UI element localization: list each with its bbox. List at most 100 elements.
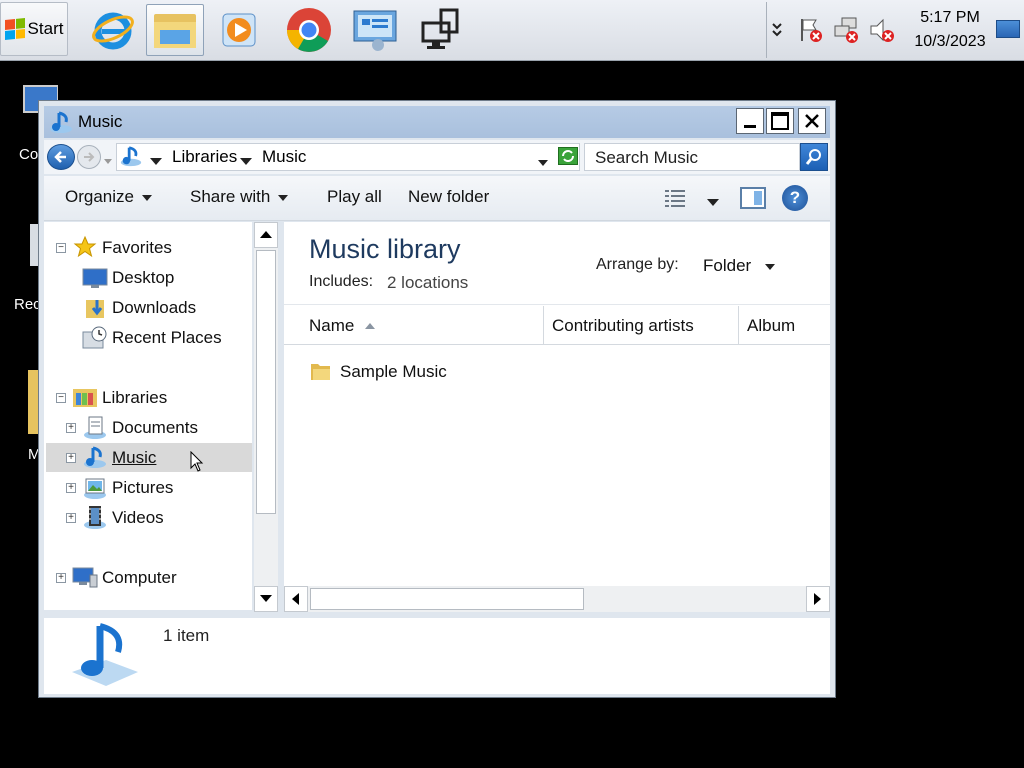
close-icon xyxy=(805,114,819,128)
media-player-icon xyxy=(222,13,256,47)
search-input[interactable]: Search Music xyxy=(584,143,800,171)
minimize-button[interactable] xyxy=(736,108,764,134)
library-title: Music library xyxy=(309,234,461,264)
desktop-label-recycle-bin: Rec xyxy=(14,296,41,313)
volume-muted-icon[interactable] xyxy=(868,16,896,49)
desktop-icon xyxy=(82,267,108,294)
chevron-down-icon xyxy=(707,199,719,206)
computer-expand-toggle[interactable]: + xyxy=(56,573,66,583)
forward-button[interactable] xyxy=(77,145,101,169)
nav-item-pictures[interactable]: Pictures xyxy=(112,478,173,498)
taskbar-clock[interactable]: 5:17 PM 10/3/2023 xyxy=(902,6,998,54)
refresh-button[interactable] xyxy=(558,147,578,165)
chevron-left-icon xyxy=(292,593,299,605)
address-root-dropdown[interactable] xyxy=(150,153,162,171)
mouse-cursor-icon xyxy=(190,450,204,478)
nav-item-recent-places[interactable]: Recent Places xyxy=(112,328,222,348)
breadcrumb-music[interactable]: Music xyxy=(262,147,306,167)
music-expand-toggle[interactable]: + xyxy=(66,453,76,463)
details-pane xyxy=(44,618,830,694)
desktop-label-computer: Co xyxy=(19,146,39,163)
chevron-right-icon xyxy=(814,593,821,605)
nav-scroll-down-button[interactable] xyxy=(254,586,278,612)
column-header-name[interactable]: Name xyxy=(309,316,376,336)
nav-item-desktop[interactable]: Desktop xyxy=(112,268,174,288)
share-with-button[interactable]: Share with xyxy=(190,187,289,207)
folder-icon xyxy=(154,14,196,48)
scroll-right-button[interactable] xyxy=(806,586,830,612)
nav-libraries[interactable]: Libraries xyxy=(102,388,167,408)
library-includes-link[interactable]: 2 locations xyxy=(387,273,468,293)
help-icon: ? xyxy=(789,188,801,207)
nav-computer[interactable]: Computer xyxy=(102,568,177,588)
new-folder-button[interactable]: New folder xyxy=(408,187,489,207)
file-row-sample-music[interactable]: Sample Music xyxy=(306,356,546,386)
nav-item-music[interactable]: Music xyxy=(112,448,156,468)
preview-pane-button[interactable] xyxy=(740,187,766,209)
chevron-up-icon xyxy=(260,231,272,238)
pictures-library-icon xyxy=(82,474,108,505)
taskbar-chrome-button[interactable] xyxy=(280,4,338,56)
nav-favorites[interactable]: Favorites xyxy=(102,238,172,258)
column-divider[interactable] xyxy=(543,306,544,344)
scroll-left-button[interactable] xyxy=(284,586,308,612)
nav-item-downloads[interactable]: Downloads xyxy=(112,298,196,318)
column-divider[interactable] xyxy=(738,306,739,344)
chevron-down-icon xyxy=(260,595,272,602)
arrange-by-dropdown[interactable]: Folder xyxy=(703,256,776,276)
window-title-bar[interactable] xyxy=(44,106,830,138)
nav-item-videos[interactable]: Videos xyxy=(112,508,164,528)
refresh-icon xyxy=(562,150,574,162)
windows-flag-icon xyxy=(4,17,25,41)
favorites-star-icon xyxy=(73,235,97,264)
documents-expand-toggle[interactable]: + xyxy=(66,423,76,433)
taskbar-explorer-button[interactable] xyxy=(146,4,204,56)
nav-scroll-thumb[interactable] xyxy=(256,250,276,514)
videos-library-icon xyxy=(82,504,108,535)
search-button[interactable] xyxy=(800,143,828,171)
breadcrumb-libraries-dropdown[interactable] xyxy=(240,153,252,171)
item-count: 1 item xyxy=(163,626,210,645)
share-with-label: Share with xyxy=(190,187,271,206)
network-status-icon[interactable] xyxy=(832,16,860,49)
play-all-button[interactable]: Play all xyxy=(327,187,382,207)
forward-arrow-icon xyxy=(84,152,95,162)
help-button[interactable]: ? xyxy=(782,185,808,211)
maximize-button[interactable] xyxy=(766,108,794,134)
organize-button[interactable]: Organize xyxy=(65,187,152,207)
horizontal-scroll-thumb[interactable] xyxy=(310,588,584,610)
column-name-label: Name xyxy=(309,316,355,335)
nav-scroll-up-button[interactable] xyxy=(254,222,278,248)
music-library-icon xyxy=(48,109,74,140)
taskbar-ie-button[interactable] xyxy=(84,4,142,56)
videos-expand-toggle[interactable]: + xyxy=(66,513,76,523)
breadcrumb-libraries[interactable]: Libraries xyxy=(172,147,237,167)
view-options-dropdown[interactable] xyxy=(707,194,719,212)
action-center-flag-icon[interactable] xyxy=(798,16,824,49)
taskbar-network-button[interactable] xyxy=(412,4,470,56)
column-header-contributing-artists[interactable]: Contributing artists xyxy=(552,316,694,336)
tray-overflow-icon[interactable] xyxy=(771,22,783,41)
documents-library-icon xyxy=(82,414,108,445)
address-history-dropdown[interactable] xyxy=(538,154,548,172)
back-button[interactable] xyxy=(47,144,75,170)
pictures-expand-toggle[interactable]: + xyxy=(66,483,76,493)
change-view-button[interactable] xyxy=(664,188,688,213)
nav-item-documents[interactable]: Documents xyxy=(112,418,198,438)
chevron-down-icon xyxy=(538,160,548,166)
taskbar-media-player-button[interactable] xyxy=(210,4,268,56)
column-header-album[interactable]: Album xyxy=(747,316,795,336)
downloads-icon xyxy=(84,296,108,325)
file-name: Sample Music xyxy=(340,362,447,381)
favorites-collapse-toggle[interactable]: − xyxy=(56,243,66,253)
sort-ascending-icon xyxy=(365,323,376,330)
taskbar-control-panel-button[interactable] xyxy=(346,4,404,56)
recent-pages-dropdown[interactable] xyxy=(103,153,113,171)
close-button[interactable] xyxy=(798,108,826,134)
ie-icon xyxy=(92,12,134,50)
libraries-collapse-toggle[interactable]: − xyxy=(56,393,66,403)
show-desktop-button[interactable] xyxy=(996,20,1020,38)
clock-date: 10/3/2023 xyxy=(914,33,986,50)
start-button[interactable]: Start xyxy=(0,2,68,56)
details-view-icon xyxy=(665,190,685,207)
